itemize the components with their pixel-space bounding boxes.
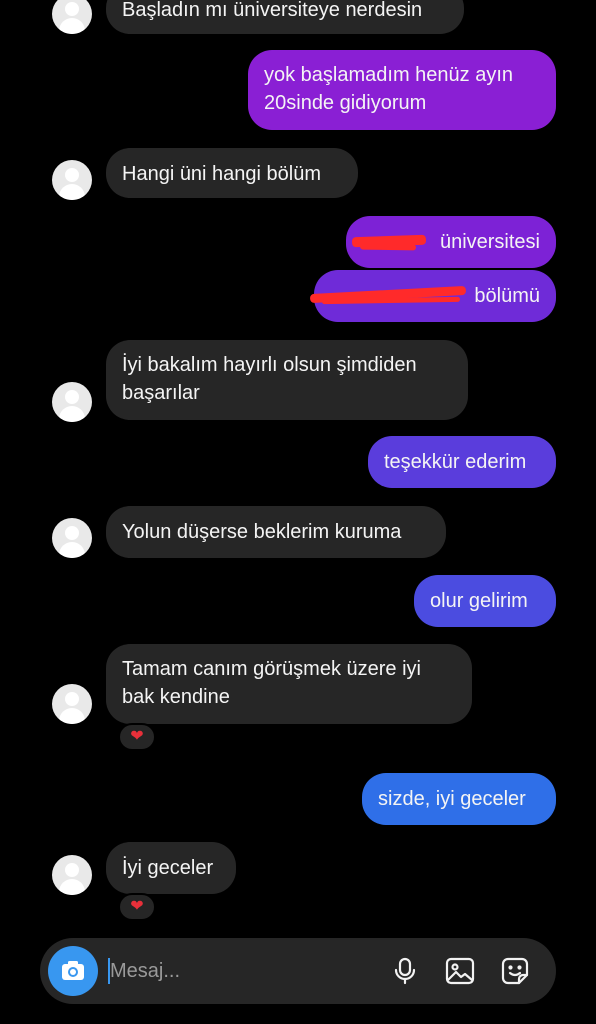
- message-text-line-2: 20sinde gidiyorum: [264, 92, 427, 114]
- gallery-button[interactable]: [444, 955, 476, 987]
- sender-avatar[interactable]: [52, 0, 92, 34]
- message-text: Başladın mı üniversiteye nerdesin: [122, 0, 423, 21]
- message-text: üniversitesi: [439, 231, 540, 253]
- sender-avatar[interactable]: [52, 855, 92, 895]
- message-text: Yolun düşerse beklerim kuruma: [122, 521, 402, 543]
- sticker-icon: [501, 957, 529, 985]
- gallery-icon: [445, 957, 475, 985]
- message-input-placeholder: Mesaj...: [110, 960, 181, 982]
- message-text-line-1: yok başlamadım henüz ayın: [264, 64, 514, 86]
- sender-avatar[interactable]: [52, 518, 92, 558]
- camera-icon: [62, 961, 84, 980]
- sender-avatar[interactable]: [52, 382, 92, 422]
- message-text: Hangi üni hangi bölüm: [122, 163, 322, 185]
- incoming-message[interactable]: Tamam canım görüşmek üzere iyi bak kendi…: [106, 644, 472, 724]
- heart-icon: ❤: [130, 898, 144, 915]
- heart-icon: ❤: [130, 728, 144, 745]
- microphone-icon: [394, 957, 416, 985]
- message-text: olur gelirim: [430, 590, 528, 612]
- message-text: İyi geceler: [122, 857, 214, 879]
- outgoing-message[interactable]: sizde, iyi geceler: [362, 773, 556, 825]
- outgoing-message[interactable]: olur gelirim: [414, 575, 556, 627]
- sender-avatar[interactable]: [52, 160, 92, 200]
- message-text-line-2: başarılar: [122, 382, 200, 404]
- incoming-message[interactable]: Başladın mı üniversiteye nerdesin: [106, 0, 464, 34]
- incoming-message[interactable]: Hangi üni hangi bölüm: [106, 148, 358, 198]
- incoming-message[interactable]: Yolun düşerse beklerim kuruma: [106, 506, 446, 558]
- message-text: bölümü: [474, 285, 540, 307]
- outgoing-message[interactable]: yok başlamadım henüz ayın 20sinde gidiyo…: [248, 50, 556, 130]
- heart-reaction[interactable]: ❤: [118, 723, 156, 751]
- message-text-line-1: Tamam canım görüşmek üzere iyi: [122, 658, 421, 680]
- incoming-message[interactable]: İyi bakalım hayırlı olsun şimdiden başar…: [106, 340, 468, 420]
- message-input[interactable]: Mesaj...: [110, 957, 180, 985]
- message-composer: Mesaj...: [40, 938, 556, 1004]
- heart-reaction[interactable]: ❤: [118, 893, 156, 921]
- sender-avatar[interactable]: [52, 684, 92, 724]
- message-text: sizde, iyi geceler: [378, 788, 526, 810]
- outgoing-message[interactable]: teşekkür ederim: [368, 436, 556, 488]
- message-text-line-2: bak kendine: [122, 686, 230, 708]
- message-text-line-1: İyi bakalım hayırlı olsun şimdiden: [122, 354, 417, 376]
- sticker-button[interactable]: [499, 955, 531, 987]
- microphone-button[interactable]: [389, 955, 421, 987]
- incoming-message[interactable]: İyi geceler: [106, 842, 236, 894]
- redaction-scribble: [359, 243, 417, 251]
- message-text: teşekkür ederim: [384, 451, 527, 473]
- camera-button[interactable]: [48, 946, 98, 996]
